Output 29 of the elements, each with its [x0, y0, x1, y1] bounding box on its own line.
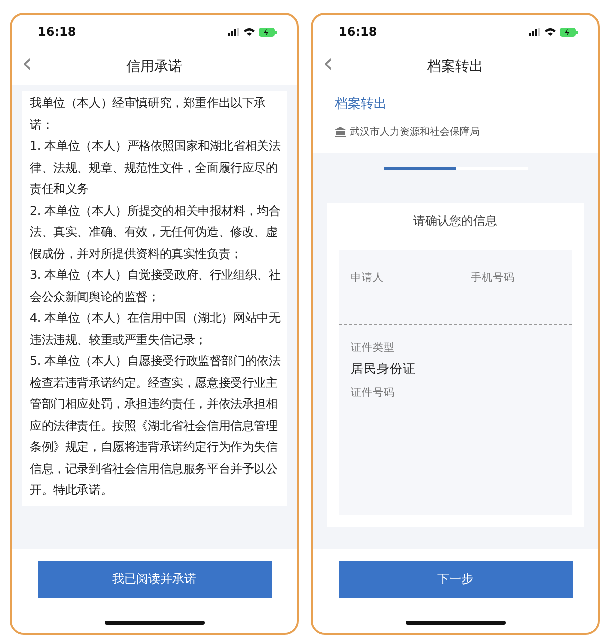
commitment-paragraph: 5. 本单位（本人）自愿接受行政监督部门的依法检查若违背承诺约定。经查实，愿意接受行业主管部门相应处罚，承担违约责任，并依法承担相应的法律责任。按照《湖北省社会信用信息管理条例》规定，自愿将违背承诺约定行为作为失信信息，记录到省社会信用信息服务平台并予以公开。特此承诺。	[30, 353, 281, 499]
status-time: 16:18	[339, 25, 378, 39]
field-label: 手机号码	[471, 272, 515, 284]
commitment-paragraph: 2. 本单位（本人）所提交的相关申报材料，均合法、真实、准确、有效，无任何伪造、修改、虚假成份，并对所提供资料的真实性负责；	[30, 202, 281, 262]
commitment-paragraph: 3. 本单位（本人）自觉接受政府、行业组织、社会公众新闻舆论的监督；	[30, 267, 281, 306]
agency-name: 武汉市人力资源和社会保障局	[350, 126, 480, 139]
signal-icon	[529, 28, 541, 36]
commitment-paragraph: 我单位（本人）经审慎研究，郑重作出以下承诺：	[30, 95, 268, 134]
field-value: 居民身份证	[351, 361, 416, 378]
building-icon	[335, 127, 346, 137]
back-button[interactable]: ‹	[22, 51, 32, 77]
field-label: 证件号码	[351, 386, 395, 400]
next-button[interactable]: 下一步	[338, 561, 572, 598]
commitment-paragraph: 1. 本单位（本人）严格依照国家和湖北省相关法律、法规、规章、规范性文件，全面履行应尽的责任和义务	[30, 138, 281, 198]
field-label: 证件类型	[351, 341, 395, 355]
page-title: 档案转出	[428, 58, 484, 76]
wifi-icon	[545, 28, 556, 36]
signal-icon	[228, 28, 240, 36]
service-name: 档案转出	[335, 96, 388, 113]
battery-icon	[259, 28, 277, 36]
field-label: 申请人	[351, 272, 384, 284]
battery-icon	[560, 28, 578, 36]
back-button[interactable]: ‹	[323, 51, 334, 77]
agree-button[interactable]: 我已阅读并承诺	[38, 561, 272, 598]
wifi-icon	[244, 28, 255, 36]
page-title: 信用承诺	[126, 58, 182, 76]
status-time: 16:18	[38, 25, 76, 39]
card-heading: 请确认您的信息	[412, 213, 498, 230]
commitment-paragraph: 4. 本单位（本人）在信用中国（湖北）网站中无违法违规、较重或严重失信记录；	[30, 310, 281, 348]
